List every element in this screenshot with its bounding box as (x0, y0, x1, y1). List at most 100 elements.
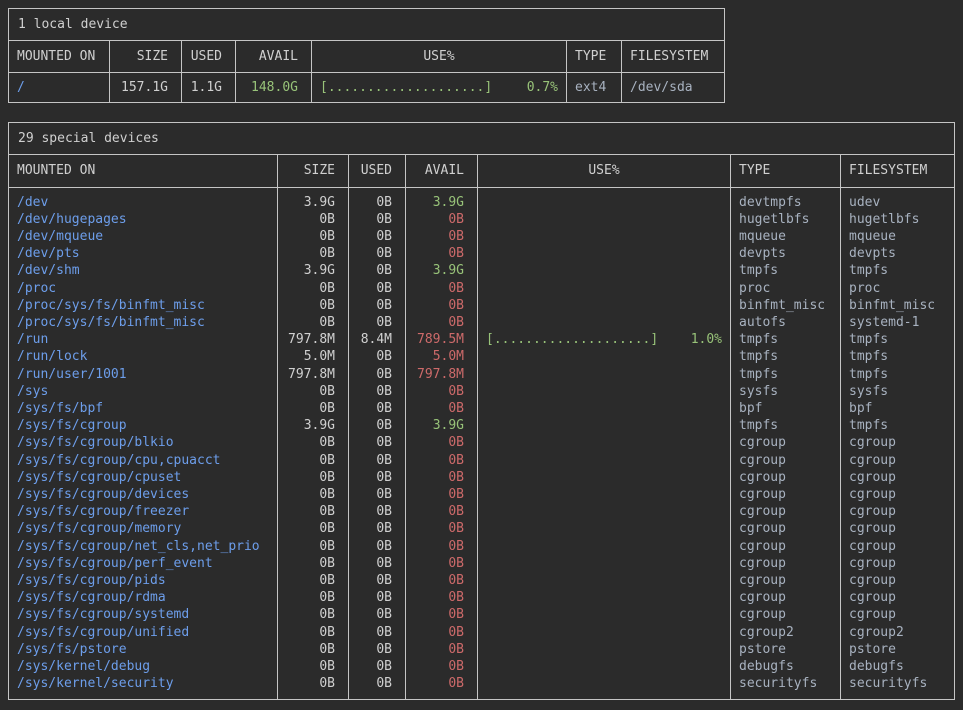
table-row: /sys/fs/cgroup/pids0B0B0Bcgroupcgroup (9, 572, 954, 589)
fs-type-cell: cgroup (731, 434, 841, 451)
avail-cell: 0B (406, 486, 478, 503)
avail-cell: 0B (406, 297, 478, 314)
use-percent-cell (478, 314, 731, 331)
table-row: /sys/fs/cgroup/cpuset0B0B0Bcgroupcgroup (9, 469, 954, 486)
size-cell: 0B (278, 641, 349, 658)
avail-cell: 148.0G (236, 73, 312, 102)
special-devices-table: 29 special devices MOUNTED ON SIZE USED … (8, 122, 955, 699)
table-row: /sys/fs/bpf0B0B0Bbpfbpf (9, 400, 954, 417)
column-header-filesystem: FILESYSTEM (841, 155, 954, 186)
mount-point-cell: /sys/fs/cgroup/pids (9, 572, 278, 589)
used-cell: 0B (349, 589, 406, 606)
used-cell: 0B (349, 486, 406, 503)
used-cell: 0B (349, 572, 406, 589)
filesystem-cell: cgroup (841, 572, 954, 589)
table-row: /sys/fs/cgroup/systemd0B0B0Bcgroupcgroup (9, 606, 954, 623)
use-percent-cell (478, 280, 731, 297)
used-cell: 0B (349, 675, 406, 698)
fs-type-cell: cgroup (731, 572, 841, 589)
use-percent-cell: [....................]1.0% (478, 331, 731, 348)
use-percent-cell: [....................] 0.7% (312, 73, 567, 102)
size-cell: 0B (278, 486, 349, 503)
filesystem-cell: cgroup (841, 606, 954, 623)
table-header-row: MOUNTED ON SIZE USED AVAIL USE% TYPE FIL… (9, 155, 954, 187)
table-row: /dev/mqueue0B0B0Bmqueuemqueue (9, 228, 954, 245)
table-body-1: /dev3.9G0B3.9Gdevtmpfsudev/dev/hugepages… (9, 188, 954, 699)
mount-point-cell: /sys/fs/cgroup/blkio (9, 434, 278, 451)
used-cell: 0B (349, 228, 406, 245)
fs-type-cell: tmpfs (731, 417, 841, 434)
use-percent-cell (478, 188, 731, 211)
avail-cell: 0B (406, 400, 478, 417)
size-cell: 3.9G (278, 188, 349, 211)
fs-type-cell: cgroup (731, 555, 841, 572)
mount-point-cell: /sys/fs/cgroup/cpuset (9, 469, 278, 486)
fs-type-cell: securityfs (731, 675, 841, 698)
used-cell: 0B (349, 280, 406, 297)
used-cell: 0B (349, 188, 406, 211)
filesystem-cell: proc (841, 280, 954, 297)
table-header-row: MOUNTED ON SIZE USED AVAIL USE% TYPE FIL… (9, 41, 724, 73)
avail-cell: 0B (406, 434, 478, 451)
usage-bar: [....................] (486, 331, 658, 348)
table-row: /sys/fs/pstore0B0B0Bpstorepstore (9, 641, 954, 658)
fs-type-cell: mqueue (731, 228, 841, 245)
usage-bar: [....................] (320, 79, 492, 96)
used-cell: 0B (349, 297, 406, 314)
column-header-mounted-on: MOUNTED ON (9, 155, 278, 186)
used-cell: 0B (349, 555, 406, 572)
table-title-local: 1 local device (9, 9, 724, 41)
column-header-mounted-on: MOUNTED ON (9, 41, 110, 72)
size-cell: 0B (278, 572, 349, 589)
fs-type-cell: cgroup (731, 469, 841, 486)
mount-point-cell: /sys/fs/cgroup/perf_event (9, 555, 278, 572)
column-header-used: USED (349, 155, 406, 186)
used-cell: 0B (349, 658, 406, 675)
used-cell: 0B (349, 245, 406, 262)
filesystem-cell: sysfs (841, 383, 954, 400)
table-row: /sys/fs/cgroup/memory0B0B0Bcgroupcgroup (9, 520, 954, 537)
table-row: /dev/pts0B0B0Bdevptsdevpts (9, 245, 954, 262)
filesystem-cell: cgroup (841, 434, 954, 451)
avail-cell: 0B (406, 211, 478, 228)
column-header-used: USED (182, 41, 236, 72)
used-cell: 0B (349, 606, 406, 623)
table-row: /sys/kernel/security0B0B0Bsecurityfssecu… (9, 675, 954, 698)
table-row: /sys/fs/cgroup/net_cls,net_prio0B0B0Bcgr… (9, 538, 954, 555)
mount-point-cell: /sys/fs/cgroup/net_cls,net_prio (9, 538, 278, 555)
filesystem-cell: cgroup (841, 452, 954, 469)
fs-type-cell: binfmt_misc (731, 297, 841, 314)
used-cell: 0B (349, 211, 406, 228)
use-percent-cell (478, 417, 731, 434)
column-header-filesystem: FILESYSTEM (622, 41, 724, 72)
avail-cell: 0B (406, 228, 478, 245)
fs-type-cell: pstore (731, 641, 841, 658)
used-cell: 1.1G (182, 73, 236, 102)
size-cell: 0B (278, 228, 349, 245)
use-percent-cell (478, 606, 731, 623)
filesystem-cell: debugfs (841, 658, 954, 675)
use-percent-cell (478, 366, 731, 383)
filesystem-cell: cgroup2 (841, 624, 954, 641)
column-header-use-pct: USE% (478, 155, 731, 186)
fs-type-cell: cgroup2 (731, 624, 841, 641)
use-percent-cell (478, 658, 731, 675)
fs-type-cell: devpts (731, 245, 841, 262)
table-row: /proc0B0B0Bprocproc (9, 280, 954, 297)
mount-point-cell: /sys/fs/cgroup/devices (9, 486, 278, 503)
filesystem-cell: tmpfs (841, 262, 954, 279)
column-header-size: SIZE (278, 155, 349, 186)
filesystem-cell: /dev/sda (622, 73, 724, 102)
filesystem-cell: pstore (841, 641, 954, 658)
used-cell: 0B (349, 434, 406, 451)
size-cell: 0B (278, 538, 349, 555)
filesystem-cell: tmpfs (841, 331, 954, 348)
use-percent-cell (478, 538, 731, 555)
filesystem-cell: tmpfs (841, 366, 954, 383)
avail-cell: 789.5M (406, 331, 478, 348)
use-percent-cell (478, 624, 731, 641)
size-cell: 3.9G (278, 417, 349, 434)
usage-percent: 0.7% (527, 79, 558, 96)
filesystem-cell: securityfs (841, 675, 954, 698)
fs-type-cell: autofs (731, 314, 841, 331)
